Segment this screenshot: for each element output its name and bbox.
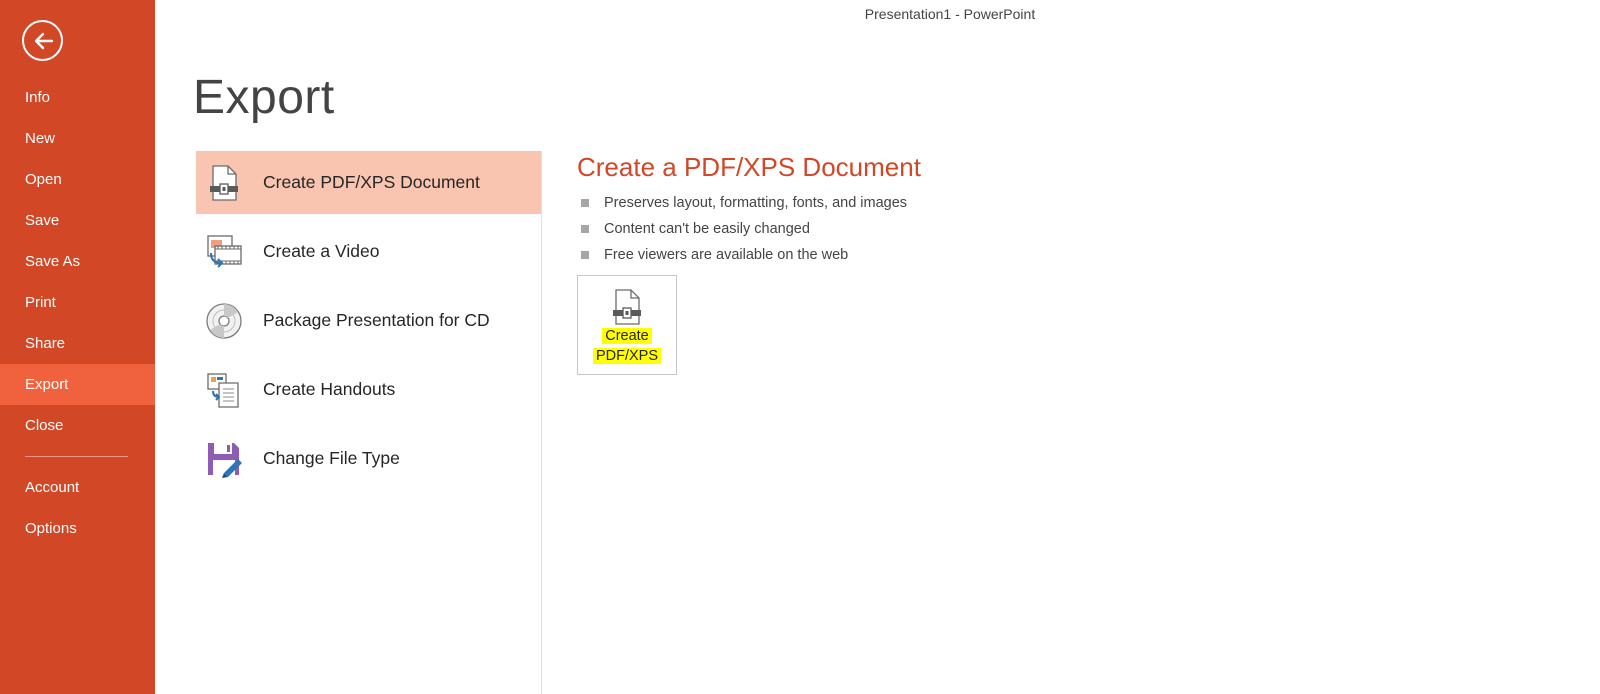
handouts-icon [202, 368, 246, 412]
option-change-file-type[interactable]: Change File Type [196, 427, 542, 490]
nav-close[interactable]: Close [0, 405, 155, 446]
export-options-list: Create PDF/XPS Document Create a Video P… [196, 151, 542, 496]
detail-bullets: Preserves layout, formatting, fonts, and… [581, 190, 907, 268]
video-icon [202, 230, 246, 274]
nav-print[interactable]: Print [0, 282, 155, 323]
pdf-document-icon [613, 289, 641, 325]
page-title: Export [193, 71, 335, 124]
nav-new[interactable]: New [0, 118, 155, 159]
option-label: Package Presentation for CD [263, 310, 490, 330]
bullet-item: Free viewers are available on the web [581, 242, 907, 268]
create-pdf-xps-button[interactable]: Create PDF/XPS [577, 275, 677, 375]
option-label: Change File Type [263, 448, 400, 468]
nav-export[interactable]: Export [0, 364, 155, 405]
pane-divider [541, 151, 542, 694]
option-label: Create Handouts [263, 379, 396, 399]
cd-icon [202, 299, 246, 343]
save-file-type-icon [202, 437, 246, 481]
bullet-square-icon [581, 199, 589, 207]
window-title: Presentation1 - PowerPoint [864, 6, 1036, 22]
bullet-item: Preserves layout, formatting, fonts, and… [581, 190, 907, 216]
nav-info[interactable]: Info [0, 77, 155, 118]
nav-divider [25, 456, 128, 457]
bullet-square-icon [581, 225, 589, 233]
bullet-item: Content can't be easily changed [581, 216, 907, 242]
nav-account[interactable]: Account [0, 467, 155, 508]
powerpoint-backstage: Presentation1 - PowerPoint Info New Open… [0, 0, 1600, 694]
nav-options[interactable]: Options [0, 508, 155, 549]
detail-title: Create a PDF/XPS Document [577, 152, 921, 182]
nav-share[interactable]: Share [0, 323, 155, 364]
nav-save[interactable]: Save [0, 200, 155, 241]
create-pdf-xps-label: Create PDF/XPS [592, 326, 662, 366]
option-create-video[interactable]: Create a Video [196, 220, 542, 283]
nav-open[interactable]: Open [0, 159, 155, 200]
backstage-sidebar: Info New Open Save Save As Print Share E… [0, 0, 155, 694]
option-label: Create a Video [263, 241, 380, 261]
nav-save-as[interactable]: Save As [0, 241, 155, 282]
option-label: Create PDF/XPS Document [263, 172, 480, 192]
back-button[interactable] [22, 20, 63, 61]
option-package-cd[interactable]: Package Presentation for CD [196, 289, 542, 352]
backstage-nav: Info New Open Save Save As Print Share E… [0, 77, 155, 549]
pdf-document-icon [202, 161, 246, 205]
option-create-pdf-xps[interactable]: Create PDF/XPS Document [196, 151, 542, 214]
option-create-handouts[interactable]: Create Handouts [196, 358, 542, 421]
bullet-square-icon [581, 251, 589, 259]
back-arrow-icon [34, 32, 53, 49]
